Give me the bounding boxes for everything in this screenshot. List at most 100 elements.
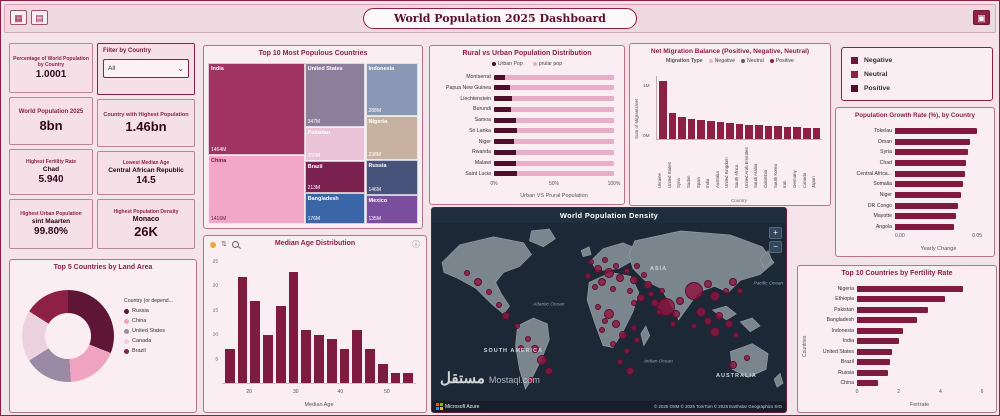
treemap-node[interactable]: Pakistan 255M <box>304 127 366 162</box>
legend-item[interactable]: prular pop <box>532 61 562 67</box>
density-bubble[interactable] <box>623 268 630 275</box>
bar[interactable] <box>377 363 388 383</box>
density-bubble[interactable] <box>602 317 609 324</box>
expand-icon[interactable]: ▣ <box>973 10 990 25</box>
density-bubble[interactable] <box>690 323 697 330</box>
density-bubble[interactable] <box>598 326 605 333</box>
density-bubble[interactable] <box>524 335 531 342</box>
bar[interactable] <box>237 276 248 383</box>
bar[interactable] <box>390 373 401 383</box>
bar[interactable] <box>857 286 964 292</box>
density-bubble[interactable] <box>594 265 603 274</box>
bar[interactable] <box>365 349 375 383</box>
density-bubble[interactable] <box>641 271 648 278</box>
density-bubble[interactable] <box>704 279 713 288</box>
stacked-bar[interactable] <box>494 149 614 155</box>
legend-item[interactable]: China <box>124 318 173 324</box>
bar[interactable] <box>326 339 337 383</box>
density-bubble[interactable] <box>636 293 645 302</box>
legend-item[interactable]: Canada <box>124 338 173 344</box>
bar[interactable] <box>726 123 734 139</box>
density-bubble[interactable] <box>669 321 676 328</box>
treemap-node[interactable]: United States 347M <box>304 63 366 128</box>
treemap-node[interactable]: China 1416M <box>208 154 305 224</box>
density-bubble[interactable] <box>714 311 723 320</box>
bar[interactable] <box>895 159 967 166</box>
bar[interactable] <box>706 121 715 139</box>
bar[interactable] <box>857 306 928 313</box>
density-bubble[interactable] <box>602 257 609 264</box>
stacked-bar[interactable] <box>494 106 614 112</box>
treemap-node[interactable]: Brazil 213M <box>304 161 366 194</box>
treemap-node[interactable]: India 1464M <box>208 63 305 155</box>
legend-item[interactable]: Positive <box>851 84 983 92</box>
bar[interactable] <box>895 170 965 177</box>
bar[interactable] <box>301 329 312 383</box>
treemap-node[interactable]: Bangladesh 176M <box>304 193 366 224</box>
bar[interactable] <box>314 334 324 383</box>
density-bubble[interactable] <box>626 366 635 375</box>
density-bubble[interactable] <box>634 337 641 344</box>
legend-item[interactable]: Neutral <box>741 58 764 64</box>
bar[interactable] <box>263 334 273 383</box>
legend-item[interactable]: United States <box>124 328 173 334</box>
zoom-out-button[interactable]: − <box>769 241 782 253</box>
bar[interactable] <box>895 191 962 198</box>
report-page-icon[interactable]: ▤ <box>31 10 48 25</box>
stacked-bar[interactable] <box>494 96 614 102</box>
bar[interactable] <box>225 349 235 383</box>
legend-item[interactable]: Positive <box>769 58 794 64</box>
density-bubble[interactable] <box>623 348 630 355</box>
bar[interactable] <box>697 120 705 139</box>
zoom-in-button[interactable]: + <box>769 227 782 239</box>
density-bubble[interactable] <box>591 284 598 291</box>
nav-grid-icon[interactable]: ▦ <box>10 10 27 25</box>
density-bubble[interactable] <box>544 366 553 375</box>
legend-item[interactable]: Negative <box>708 58 735 64</box>
bar[interactable] <box>668 112 677 139</box>
info-icon[interactable]: ⓘ <box>412 239 420 250</box>
density-bubble[interactable] <box>612 320 621 329</box>
legend-item[interactable]: Urban Pop <box>491 61 523 67</box>
density-bubble[interactable] <box>643 281 652 290</box>
density-bubble[interactable] <box>684 281 703 300</box>
bar[interactable] <box>857 348 893 355</box>
bar[interactable] <box>857 369 889 376</box>
density-bubble[interactable] <box>474 277 483 286</box>
density-bubble[interactable] <box>588 259 595 266</box>
density-bubble[interactable] <box>595 303 602 310</box>
stacked-bar[interactable] <box>494 171 614 177</box>
bar[interactable] <box>774 126 782 139</box>
bar[interactable] <box>793 127 801 139</box>
stacked-bar[interactable] <box>494 117 614 123</box>
bar[interactable] <box>895 202 958 209</box>
density-bubble[interactable] <box>672 309 681 318</box>
stacked-bar[interactable] <box>494 139 614 145</box>
bar[interactable] <box>895 149 969 156</box>
bar[interactable] <box>678 116 686 139</box>
density-bubble[interactable] <box>604 267 614 278</box>
legend-item[interactable]: Negative <box>851 56 983 64</box>
density-bubble[interactable] <box>616 358 623 365</box>
bar[interactable] <box>857 379 878 386</box>
legend-item[interactable]: Brazil <box>124 348 173 354</box>
density-bubble[interactable] <box>733 332 740 339</box>
density-bubble[interactable] <box>615 274 624 283</box>
density-bubble[interactable] <box>627 287 634 294</box>
bar[interactable] <box>764 125 773 139</box>
zoom-icon[interactable] <box>231 241 239 248</box>
bar[interactable] <box>812 128 821 139</box>
legend-item[interactable]: Russia <box>124 308 173 314</box>
bar[interactable] <box>403 373 414 383</box>
density-bubble[interactable] <box>629 275 638 284</box>
density-bubble[interactable] <box>675 297 684 306</box>
bar[interactable] <box>687 118 696 139</box>
legend-item[interactable]: Neutral <box>851 70 983 78</box>
density-bubble[interactable] <box>648 291 655 298</box>
bar[interactable] <box>895 128 977 134</box>
density-bubble[interactable] <box>619 331 628 340</box>
density-bubble[interactable] <box>736 287 743 294</box>
bar[interactable] <box>895 213 956 220</box>
density-bubble[interactable] <box>704 316 713 325</box>
density-bubble[interactable] <box>597 277 606 286</box>
